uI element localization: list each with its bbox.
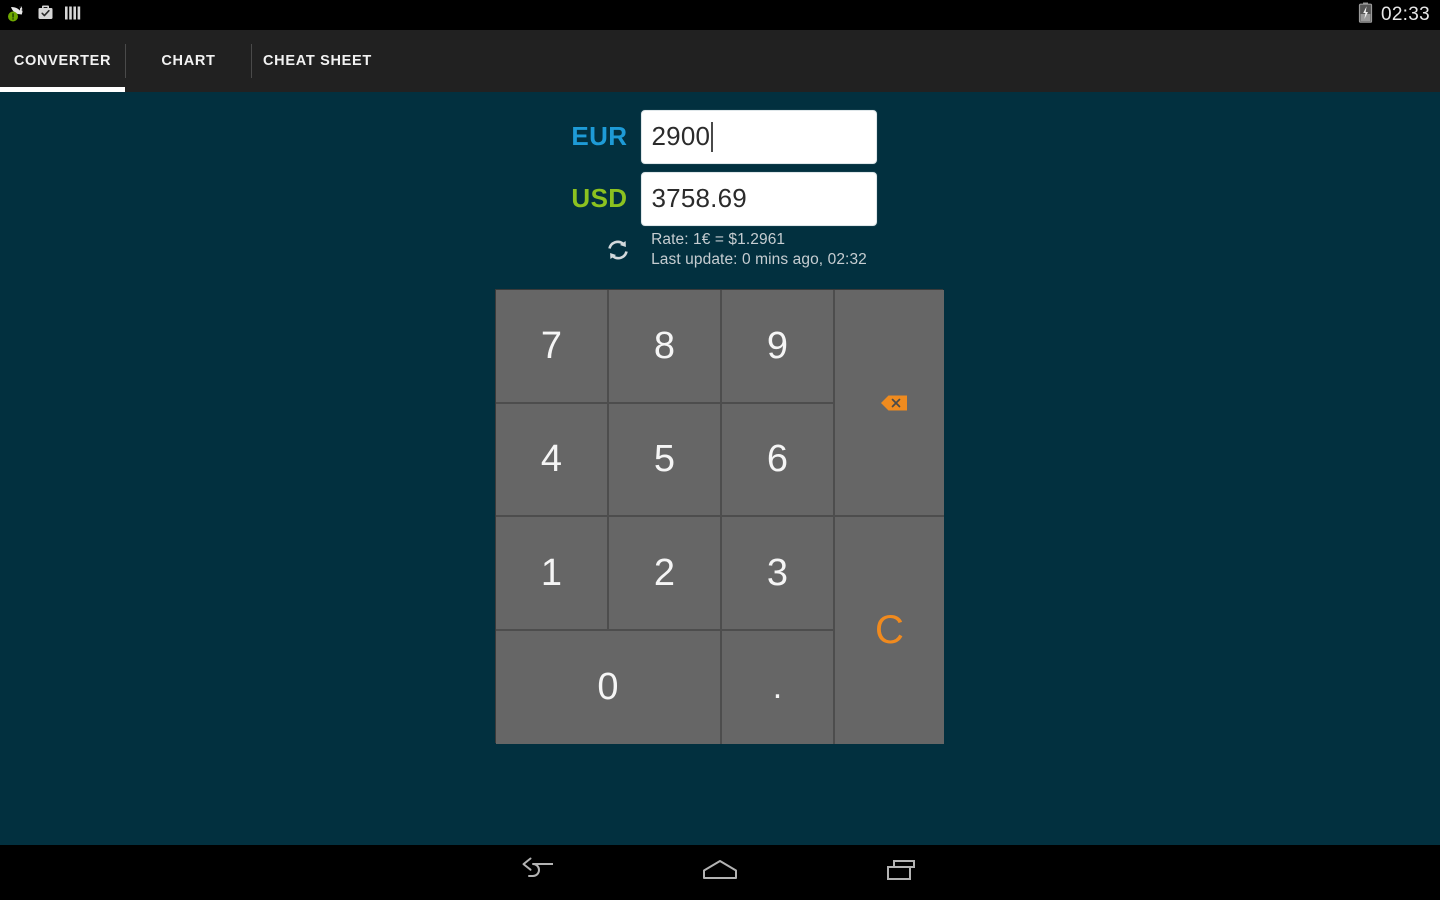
from-amount-input[interactable]: 2900 bbox=[640, 109, 877, 164]
tab-bar: CONVERTER CHART CHEAT SHEET bbox=[0, 30, 1440, 92]
converter-panel: EUR 2900 USD 3758.69 Rate: 1€ = $1.2961 … bbox=[0, 92, 1440, 845]
key-backspace[interactable] bbox=[835, 290, 944, 517]
key-4[interactable]: 4 bbox=[496, 404, 609, 517]
tab-chart-label: CHART bbox=[161, 53, 216, 69]
refresh-icon[interactable] bbox=[601, 233, 635, 267]
nav-back-button[interactable] bbox=[447, 845, 629, 900]
to-amount-input[interactable]: 3758.69 bbox=[640, 171, 877, 226]
key-1[interactable]: 1 bbox=[496, 517, 609, 631]
app-root: 02:33 CONVERTER CHART CHEAT SHEET EUR 29… bbox=[0, 0, 1440, 900]
rate-info: Rate: 1€ = $1.2961 Last update: 0 mins a… bbox=[0, 231, 1440, 269]
key-clear[interactable]: C bbox=[835, 517, 944, 744]
key-decimal-point[interactable]: . bbox=[722, 631, 835, 744]
plant-notification-icon bbox=[7, 3, 27, 28]
numeric-keypad: 7 8 9 4 5 6 1 2 3 C 0 . bbox=[495, 289, 944, 744]
backspace-icon bbox=[870, 381, 910, 424]
battery-charging-icon bbox=[1358, 2, 1373, 28]
recents-icon bbox=[882, 856, 922, 889]
text-caret bbox=[711, 121, 714, 152]
back-icon bbox=[518, 856, 558, 889]
tab-cheat-sheet[interactable]: CHEAT SHEET bbox=[252, 30, 383, 92]
bars-icon bbox=[64, 4, 81, 27]
tab-converter-label: CONVERTER bbox=[13, 53, 112, 69]
nav-recents-button[interactable] bbox=[811, 845, 993, 900]
rate-value-text: Rate: 1€ = $1.2961 bbox=[651, 231, 786, 248]
key-6[interactable]: 6 bbox=[722, 404, 835, 517]
currency-rows: EUR 2900 USD 3758.69 bbox=[0, 109, 1440, 233]
android-nav-bar bbox=[0, 845, 1440, 900]
nav-home-button[interactable] bbox=[629, 845, 811, 900]
status-bar-clock: 02:33 bbox=[1380, 4, 1430, 25]
tab-converter[interactable]: CONVERTER bbox=[0, 30, 125, 92]
key-5[interactable]: 5 bbox=[609, 404, 722, 517]
key-2[interactable]: 2 bbox=[609, 517, 722, 631]
key-3[interactable]: 3 bbox=[722, 517, 835, 631]
status-bar-notification-icons bbox=[7, 3, 81, 28]
from-amount-value: 2900 bbox=[651, 121, 711, 151]
currency-row-to: USD 3758.69 bbox=[0, 171, 1440, 226]
tab-chart[interactable]: CHART bbox=[126, 30, 251, 92]
last-update-text: Last update: 0 mins ago, 02:32 bbox=[651, 251, 867, 268]
currency-row-from: EUR 2900 bbox=[0, 109, 1440, 164]
to-amount-value: 3758.69 bbox=[651, 183, 747, 213]
key-8[interactable]: 8 bbox=[609, 290, 722, 404]
key-7[interactable]: 7 bbox=[496, 290, 609, 404]
home-icon bbox=[698, 856, 742, 889]
to-currency-code[interactable]: USD bbox=[564, 183, 628, 214]
from-currency-code[interactable]: EUR bbox=[564, 121, 628, 152]
status-bar-system: 02:33 bbox=[1358, 2, 1430, 28]
status-bar: 02:33 bbox=[0, 0, 1440, 30]
key-0[interactable]: 0 bbox=[496, 631, 722, 744]
key-9[interactable]: 9 bbox=[722, 290, 835, 404]
briefcase-check-icon bbox=[36, 3, 55, 27]
tab-cheat-sheet-label: CHEAT SHEET bbox=[263, 53, 372, 69]
